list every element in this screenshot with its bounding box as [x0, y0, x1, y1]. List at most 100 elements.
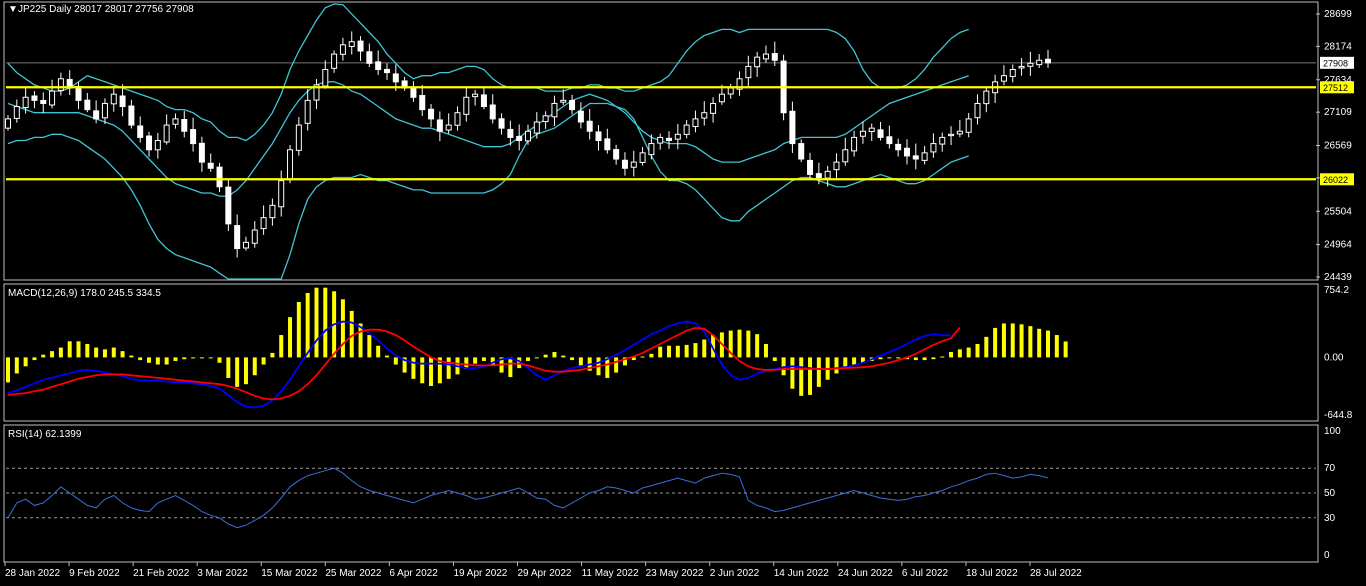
macd-histogram-bar: [640, 356, 645, 358]
macd-histogram-bar: [1046, 330, 1050, 358]
candle-body: [859, 130, 866, 137]
macd-histogram-bar: [526, 357, 530, 361]
candle-body: [13, 106, 20, 119]
macd-histogram-bar: [14, 357, 19, 374]
candle-body: [242, 241, 249, 249]
macd-histogram-bar: [896, 357, 901, 359]
candle-body: [322, 69, 329, 87]
candle-body: [903, 147, 910, 157]
macd-histogram-bar: [852, 357, 857, 365]
candle-body: [119, 95, 126, 108]
macd-histogram-bar: [693, 343, 698, 358]
macd-tick-label: -644.8: [1324, 410, 1353, 421]
candle-body: [428, 108, 435, 120]
macd-histogram-bar: [129, 355, 134, 358]
rsi-pane-title: RSI(14) 62.1399: [8, 429, 82, 440]
macd-histogram-bar: [376, 345, 381, 358]
candle-body: [251, 229, 258, 244]
candle-body: [1009, 69, 1016, 77]
candle-body: [190, 129, 197, 145]
macd-histogram-bar: [763, 343, 768, 358]
macd-histogram-bar: [561, 355, 566, 358]
candle-body: [22, 96, 29, 109]
level-price-tag-label: 26022: [1323, 175, 1348, 185]
candle-body: [146, 135, 153, 151]
macd-histogram-bar: [473, 357, 478, 364]
candle-body: [630, 161, 637, 168]
candle-body: [745, 65, 752, 79]
rsi-axis: 100 70 50 30 0: [1324, 426, 1341, 561]
candle-body: [375, 61, 382, 71]
candle-body: [445, 124, 452, 131]
candle-body: [551, 102, 558, 118]
candle-body: [49, 90, 56, 106]
candle-body: [595, 131, 602, 141]
time-tick-label: 3 Mar 2022: [197, 568, 248, 579]
candle-body: [842, 149, 849, 163]
macd-histogram-bar: [235, 357, 240, 387]
level-price-tag-label: 27512: [1323, 83, 1348, 93]
candle-body: [683, 124, 690, 135]
macd-histogram-bar: [58, 347, 63, 358]
candle-body: [886, 136, 893, 145]
dropdown-triangle-icon[interactable]: ▼: [8, 4, 18, 15]
macd-histogram-bar: [67, 341, 72, 358]
macd-histogram-bar: [552, 352, 557, 358]
macd-histogram-bar: [32, 357, 37, 361]
candle-body: [472, 93, 479, 98]
macd-histogram-bar: [252, 357, 257, 376]
macd-histogram-bar: [993, 327, 998, 358]
macd-histogram-bar: [957, 349, 962, 358]
candle-body: [110, 93, 117, 105]
macd-histogram-bar: [393, 357, 398, 365]
macd-histogram-bar: [1063, 341, 1068, 358]
time-tick-label: 29 Apr 2022: [518, 568, 572, 579]
time-tick-label: 18 Jul 2022: [966, 568, 1018, 579]
macd-histogram-bar: [878, 357, 883, 360]
macd-histogram-bar: [191, 357, 196, 359]
candle-body: [815, 173, 822, 179]
price-tick-label: 27109: [1324, 107, 1352, 118]
macd-histogram-bar: [922, 357, 927, 361]
candle-body: [604, 138, 611, 151]
candle-body: [674, 133, 681, 140]
candle-body: [807, 159, 814, 175]
candle-body: [833, 161, 840, 171]
price-tick-label: 24964: [1324, 240, 1352, 251]
candle-body: [40, 99, 47, 104]
macd-histogram-bar: [111, 347, 116, 358]
macd-histogram-bar: [279, 335, 284, 358]
macd-histogram-bar: [481, 357, 486, 361]
macd-histogram-bar: [243, 357, 248, 385]
candle-body: [234, 225, 241, 250]
macd-histogram-bar: [6, 357, 10, 383]
macd-histogram-bar: [288, 317, 293, 358]
time-tick-label: 24 Jun 2022: [838, 568, 893, 579]
candle-body: [454, 112, 461, 126]
candle-body: [930, 143, 937, 153]
macd-histogram-bar: [349, 310, 354, 358]
candle-body: [57, 78, 64, 91]
candle-body: [172, 118, 179, 125]
candle-body: [1000, 75, 1007, 82]
candle-body: [560, 99, 567, 103]
candle-body: [101, 102, 108, 119]
candle-body: [339, 44, 346, 55]
candle-body: [207, 162, 214, 169]
rsi-tick-label: 70: [1324, 463, 1336, 474]
macd-histogram-bar: [737, 329, 742, 358]
macd-histogram-bar: [261, 357, 266, 365]
macd-histogram-bar: [164, 357, 169, 365]
macd-histogram-bar: [305, 293, 310, 358]
macd-histogram-bar: [420, 357, 425, 384]
candle-body: [1018, 65, 1025, 69]
macd-histogram-bar: [1019, 324, 1024, 358]
candle-body: [436, 119, 443, 132]
macd-histogram-bar: [270, 352, 275, 358]
candle-body: [639, 152, 646, 163]
candle-body: [269, 204, 276, 219]
trading-chart[interactable]: ▼ JP225 Daily 28017 28017 27756 27908 MA…: [0, 0, 1366, 586]
candle-body: [295, 124, 302, 151]
candle-body: [542, 115, 549, 123]
time-tick-label: 2 Jun 2022: [710, 568, 760, 579]
